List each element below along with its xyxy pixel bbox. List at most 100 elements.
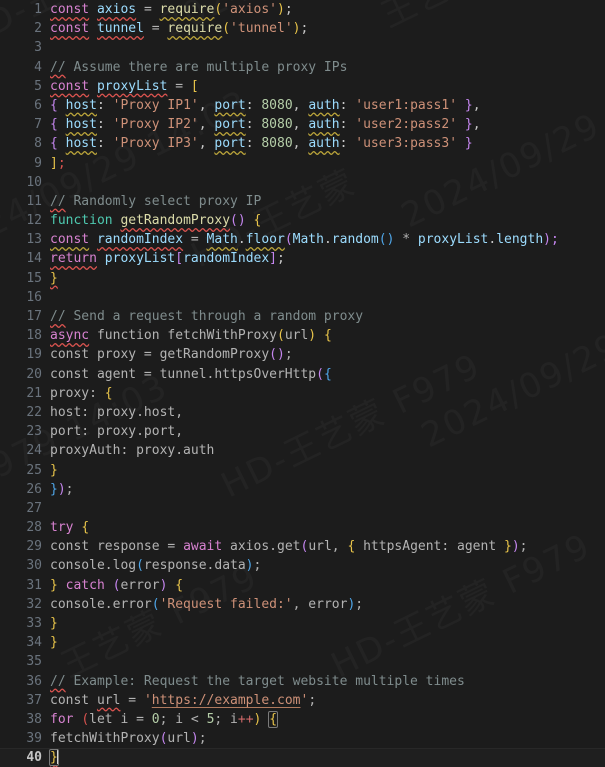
line-number: 7 — [34, 117, 42, 133]
line-content[interactable]: { host: 'Proxy IP2', port: 8080, auth: '… — [50, 115, 481, 134]
url-link[interactable]: https://example.com — [152, 693, 301, 708]
line-content[interactable]: proxy: { — [50, 384, 113, 403]
line-content[interactable]: const url = 'https://example.com'; — [50, 691, 316, 710]
code-line[interactable]: 35 — [0, 652, 605, 671]
line-number: 34 — [26, 635, 42, 651]
code-line[interactable]: 27 — [0, 499, 605, 518]
line-content[interactable]: // Example: Request the target website m… — [50, 672, 465, 691]
code-line[interactable]: 12 function getRandomProxy() { — [0, 211, 605, 230]
line-number: 2 — [34, 21, 42, 37]
line-content[interactable]: host: proxy.host, — [50, 403, 183, 422]
line-number: 26 — [26, 481, 42, 497]
code-line[interactable]: 10 — [0, 173, 605, 192]
line-content[interactable]: const axios = require('axios'); — [50, 0, 293, 19]
line-number: 4 — [34, 59, 42, 75]
line-content[interactable]: proxyAuth: proxy.auth — [50, 441, 214, 460]
code-line[interactable]: 26}); — [0, 480, 605, 499]
text-cursor — [56, 749, 58, 765]
code-line[interactable]: 23 port: proxy.port, — [0, 422, 605, 441]
code-line[interactable]: 38 for (let i = 0; i < 5; i++) { — [0, 710, 605, 729]
code-line[interactable]: 34} — [0, 633, 605, 652]
line-number: 16 — [26, 289, 42, 305]
line-content[interactable]: for (let i = 0; i < 5; i++) { — [50, 710, 278, 729]
line-number: 30 — [26, 558, 42, 574]
code-line[interactable]: 3 — [0, 38, 605, 57]
code-line[interactable]: 17 // Send a request through a random pro… — [0, 307, 605, 326]
line-content[interactable]: } — [50, 269, 58, 288]
line-number: 38 — [26, 711, 42, 727]
code-line[interactable]: 28 try { — [0, 518, 605, 537]
line-content[interactable]: console.error('Request failed:', error); — [50, 595, 363, 614]
line-content[interactable]: }); — [50, 480, 73, 499]
code-line[interactable]: 18 async function fetchWithProxy(url) { — [0, 326, 605, 345]
code-line[interactable]: 7 { host: 'Proxy IP2', port: 8080, auth: … — [0, 115, 605, 134]
line-content[interactable]: } — [50, 633, 58, 652]
code-line[interactable]: 30 console.log(response.data); — [0, 556, 605, 575]
code-line[interactable]: 33} — [0, 614, 605, 633]
code-line[interactable]: 19 const proxy = getRandomProxy(); — [0, 345, 605, 364]
code-line[interactable]: 31} catch (error) { — [0, 576, 605, 595]
line-number: 37 — [26, 692, 42, 708]
line-content[interactable]: async function fetchWithProxy(url) { — [50, 326, 332, 345]
line-content[interactable]: const proxyList = [ — [50, 77, 199, 96]
line-content[interactable]: const agent = tunnel.httpsOverHttp({ — [50, 365, 332, 384]
line-number: 1 — [34, 2, 42, 17]
code-line[interactable]: 15} — [0, 269, 605, 288]
code-line[interactable]: 6 { host: 'Proxy IP1', port: 8080, auth: … — [0, 96, 605, 115]
code-editor[interactable]: HD-王艺蒙 F979 2024/09/29 14:03 王艺蒙 F979 20… — [0, 0, 605, 767]
line-content[interactable]: try { — [50, 518, 89, 537]
line-content[interactable]: port: proxy.port, — [50, 422, 183, 441]
line-number: 6 — [34, 97, 42, 113]
line-content[interactable]: console.log(response.data); — [50, 556, 261, 575]
bracket-match-open: { — [268, 710, 278, 728]
line-number: 36 — [26, 673, 42, 689]
line-content[interactable]: const randomIndex = Math.floor(Math.rand… — [50, 230, 559, 249]
line-content[interactable]: // Randomly select proxy IP — [50, 192, 261, 211]
line-content[interactable]: { host: 'Proxy IP1', port: 8080, auth: '… — [50, 96, 481, 115]
code-line[interactable]: 16 — [0, 288, 605, 307]
code-line[interactable]: 29 const response = await axios.get(url, … — [0, 537, 605, 556]
code-line[interactable]: 8 { host: 'Proxy IP3', port: 8080, auth: … — [0, 134, 605, 153]
line-content[interactable]: const response = await axios.get(url, { … — [50, 537, 527, 556]
line-content[interactable]: } — [50, 614, 58, 633]
code-line[interactable]: 32 console.error('Request failed:', error… — [0, 595, 605, 614]
line-content[interactable]: } catch (error) { — [50, 576, 183, 595]
line-content[interactable]: function getRandomProxy() { — [50, 211, 261, 230]
code-surface[interactable]: 1 const axios = require('axios'); 2 const … — [0, 0, 605, 767]
code-line[interactable]: 36 // Example: Request the target website… — [0, 672, 605, 691]
line-content[interactable]: fetchWithProxy(url); — [50, 729, 207, 748]
line-number: 27 — [26, 500, 42, 516]
line-number: 21 — [26, 385, 42, 401]
line-content[interactable]: } — [50, 461, 58, 480]
code-line[interactable]: 22 host: proxy.host, — [0, 403, 605, 422]
code-line[interactable]: 1 const axios = require('axios'); — [0, 0, 605, 19]
code-line[interactable]: 2 const tunnel = require('tunnel'); — [0, 19, 605, 38]
line-content[interactable]: } — [49, 748, 59, 767]
line-number: 23 — [26, 424, 42, 440]
line-content[interactable]: // Assume there are multiple proxy IPs — [50, 58, 347, 77]
line-number: 11 — [26, 193, 42, 209]
code-line[interactable]: 13 const randomIndex = Math.floor(Math.ra… — [0, 230, 605, 249]
code-line[interactable]: 11 // Randomly select proxy IP — [0, 192, 605, 211]
code-line[interactable]: 4 // Assume there are multiple proxy IPs — [0, 58, 605, 77]
line-content[interactable]: const proxy = getRandomProxy(); — [50, 345, 293, 364]
line-number: 39 — [26, 731, 42, 747]
line-number: 33 — [26, 616, 42, 631]
code-line[interactable]: 9]; — [0, 154, 605, 173]
code-line[interactable]: 21 proxy: { — [0, 384, 605, 403]
code-line[interactable]: 14 return proxyList[randomIndex]; — [0, 249, 605, 268]
code-line[interactable]: 39 fetchWithProxy(url); — [0, 729, 605, 748]
line-number: 12 — [26, 213, 42, 229]
code-line[interactable]: 24 proxyAuth: proxy.auth — [0, 441, 605, 460]
code-line[interactable]: 37 const url = 'https://example.com'; — [0, 691, 605, 710]
line-content[interactable]: ]; — [50, 154, 66, 173]
line-number: 20 — [26, 366, 42, 382]
line-content[interactable]: { host: 'Proxy IP3', port: 8080, auth: '… — [50, 134, 473, 153]
line-content[interactable]: const tunnel = require('tunnel'); — [50, 19, 308, 38]
code-line-active[interactable]: 40} — [0, 748, 605, 767]
code-line[interactable]: 5 const proxyList = [ — [0, 77, 605, 96]
line-content[interactable]: // Send a request through a random proxy — [50, 307, 363, 326]
code-line[interactable]: 20 const agent = tunnel.httpsOverHttp({ — [0, 365, 605, 384]
code-line[interactable]: 25} — [0, 461, 605, 480]
line-content[interactable]: return proxyList[randomIndex]; — [50, 249, 285, 268]
